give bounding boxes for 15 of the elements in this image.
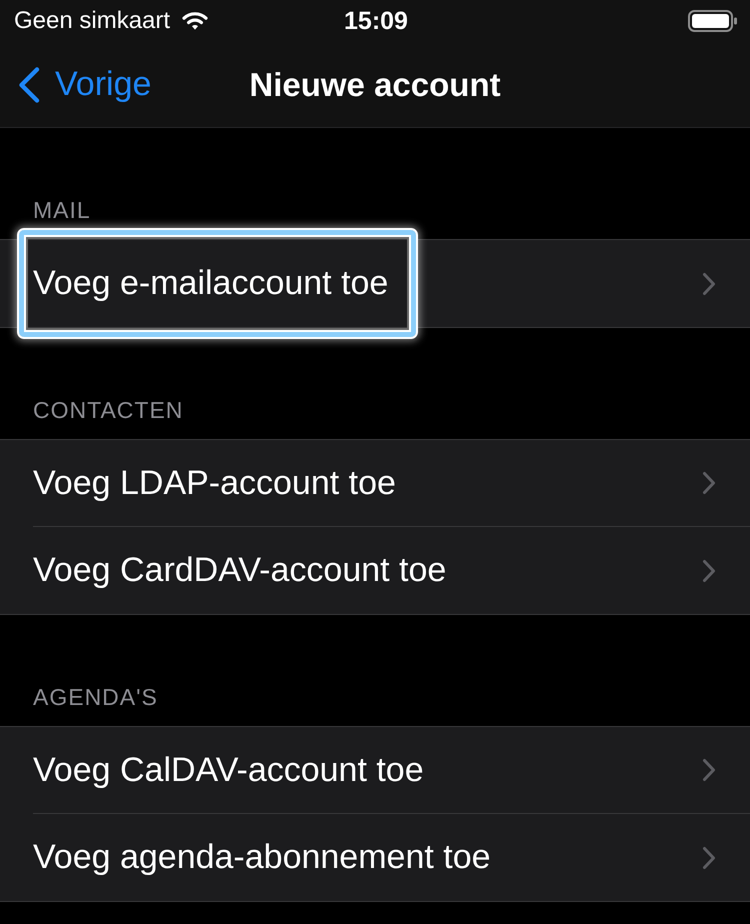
section-header: MAIL [33,197,91,223]
section-header: AGENDA'S [33,684,158,710]
section-header: CONTACTEN [33,397,184,423]
back-button[interactable]: Vorige [0,65,152,104]
chevron-icon [702,846,716,870]
chevron-icon [18,66,40,102]
chevron-icon [702,758,716,782]
chevron-icon [702,558,716,582]
battery-icon [688,10,738,32]
carrier-label: Geen simkaart [14,7,170,35]
wifi-icon [182,11,208,31]
status-time: 15:09 [344,6,408,36]
chevron-icon [702,272,716,296]
nav-title: Nieuwe account [249,66,501,104]
chevron-icon [702,471,716,495]
